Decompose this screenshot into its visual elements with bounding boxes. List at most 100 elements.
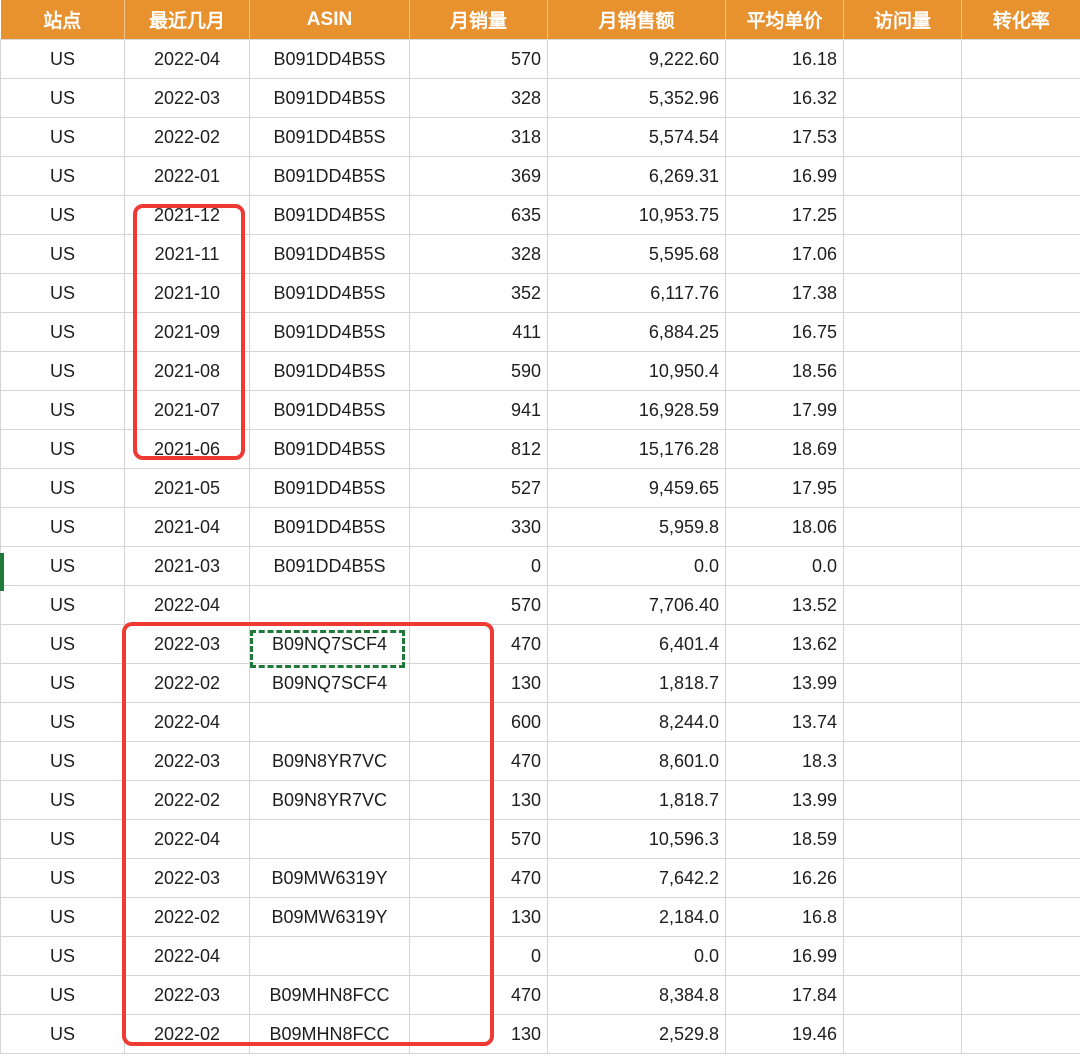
cell-price[interactable]: 13.99 — [725, 780, 844, 820]
cell-site[interactable]: US — [0, 468, 125, 508]
cell-sales[interactable]: 635 — [409, 195, 548, 235]
cell-revenue[interactable]: 6,884.25 — [547, 312, 726, 352]
cell-asin[interactable] — [249, 936, 410, 976]
cell-conversion[interactable] — [961, 78, 1080, 118]
cell-asin[interactable]: B091DD4B5S — [249, 195, 410, 235]
cell-price[interactable]: 16.99 — [725, 936, 844, 976]
cell-revenue[interactable]: 6,117.76 — [547, 273, 726, 313]
cell-price[interactable]: 0.0 — [725, 546, 844, 586]
cell-site[interactable]: US — [0, 936, 125, 976]
cell-sales[interactable]: 328 — [409, 234, 548, 274]
cell-month[interactable]: 2021-05 — [124, 468, 250, 508]
cell-conversion[interactable] — [961, 39, 1080, 79]
cell-site[interactable]: US — [0, 429, 125, 469]
cell-sales[interactable]: 600 — [409, 702, 548, 742]
cell-asin[interactable]: B09N8YR7VC — [249, 780, 410, 820]
cell-site[interactable]: US — [0, 1014, 125, 1054]
cell-revenue[interactable]: 2,184.0 — [547, 897, 726, 937]
cell-revenue[interactable]: 6,401.4 — [547, 624, 726, 664]
cell-site[interactable]: US — [0, 663, 125, 703]
header-monthly-sales[interactable]: 月销量 — [409, 0, 548, 40]
cell-sales[interactable]: 130 — [409, 897, 548, 937]
cell-revenue[interactable]: 9,459.65 — [547, 468, 726, 508]
cell-price[interactable]: 13.62 — [725, 624, 844, 664]
cell-asin[interactable]: B091DD4B5S — [249, 234, 410, 274]
cell-sales[interactable]: 0 — [409, 936, 548, 976]
cell-conversion[interactable] — [961, 468, 1080, 508]
cell-price[interactable]: 13.52 — [725, 585, 844, 625]
cell-conversion[interactable] — [961, 780, 1080, 820]
cell-conversion[interactable] — [961, 702, 1080, 742]
cell-price[interactable]: 16.8 — [725, 897, 844, 937]
cell-month[interactable]: 2021-07 — [124, 390, 250, 430]
cell-price[interactable]: 18.59 — [725, 819, 844, 859]
cell-asin[interactable]: B091DD4B5S — [249, 78, 410, 118]
cell-visits[interactable] — [843, 585, 962, 625]
cell-month[interactable]: 2022-04 — [124, 585, 250, 625]
cell-visits[interactable] — [843, 741, 962, 781]
cell-month[interactable]: 2021-04 — [124, 507, 250, 547]
cell-conversion[interactable] — [961, 975, 1080, 1015]
cell-conversion[interactable] — [961, 897, 1080, 937]
cell-site[interactable]: US — [0, 546, 125, 586]
cell-sales[interactable]: 527 — [409, 468, 548, 508]
cell-visits[interactable] — [843, 936, 962, 976]
cell-visits[interactable] — [843, 234, 962, 274]
header-conversion-rate[interactable]: 转化率 — [961, 0, 1080, 40]
cell-site[interactable]: US — [0, 897, 125, 937]
cell-price[interactable]: 17.99 — [725, 390, 844, 430]
header-site[interactable]: 站点 — [0, 0, 125, 40]
cell-conversion[interactable] — [961, 429, 1080, 469]
cell-price[interactable]: 17.84 — [725, 975, 844, 1015]
cell-revenue[interactable]: 8,244.0 — [547, 702, 726, 742]
cell-price[interactable]: 17.53 — [725, 117, 844, 157]
cell-asin[interactable]: B091DD4B5S — [249, 390, 410, 430]
cell-revenue[interactable]: 8,601.0 — [547, 741, 726, 781]
cell-asin[interactable] — [249, 585, 410, 625]
cell-site[interactable]: US — [0, 975, 125, 1015]
cell-asin[interactable]: B09NQ7SCF4 — [249, 624, 410, 664]
cell-month[interactable]: 2022-03 — [124, 975, 250, 1015]
cell-sales[interactable]: 0 — [409, 546, 548, 586]
cell-visits[interactable] — [843, 897, 962, 937]
cell-month[interactable]: 2022-04 — [124, 819, 250, 859]
cell-revenue[interactable]: 10,953.75 — [547, 195, 726, 235]
header-recent-month[interactable]: 最近几月 — [124, 0, 250, 40]
cell-asin[interactable]: B091DD4B5S — [249, 546, 410, 586]
cell-revenue[interactable]: 9,222.60 — [547, 39, 726, 79]
cell-visits[interactable] — [843, 546, 962, 586]
cell-sales[interactable]: 318 — [409, 117, 548, 157]
cell-asin[interactable]: B091DD4B5S — [249, 429, 410, 469]
cell-revenue[interactable]: 0.0 — [547, 546, 726, 586]
cell-revenue[interactable]: 1,818.7 — [547, 663, 726, 703]
cell-visits[interactable] — [843, 156, 962, 196]
cell-site[interactable]: US — [0, 234, 125, 274]
cell-site[interactable]: US — [0, 351, 125, 391]
cell-visits[interactable] — [843, 390, 962, 430]
cell-asin[interactable]: B09MHN8FCC — [249, 975, 410, 1015]
cell-asin[interactable]: B09MW6319Y — [249, 897, 410, 937]
cell-sales[interactable]: 570 — [409, 585, 548, 625]
cell-asin[interactable]: B091DD4B5S — [249, 39, 410, 79]
cell-conversion[interactable] — [961, 507, 1080, 547]
cell-conversion[interactable] — [961, 234, 1080, 274]
cell-month[interactable]: 2021-03 — [124, 546, 250, 586]
cell-asin[interactable]: B091DD4B5S — [249, 156, 410, 196]
cell-sales[interactable]: 330 — [409, 507, 548, 547]
cell-asin[interactable]: B091DD4B5S — [249, 312, 410, 352]
cell-site[interactable]: US — [0, 312, 125, 352]
cell-visits[interactable] — [843, 819, 962, 859]
cell-revenue[interactable]: 16,928.59 — [547, 390, 726, 430]
cell-asin[interactable]: B091DD4B5S — [249, 273, 410, 313]
cell-visits[interactable] — [843, 663, 962, 703]
cell-month[interactable]: 2022-03 — [124, 858, 250, 898]
cell-visits[interactable] — [843, 702, 962, 742]
cell-revenue[interactable]: 1,818.7 — [547, 780, 726, 820]
cell-price[interactable]: 16.32 — [725, 78, 844, 118]
cell-visits[interactable] — [843, 780, 962, 820]
cell-site[interactable]: US — [0, 273, 125, 313]
cell-price[interactable]: 18.56 — [725, 351, 844, 391]
cell-price[interactable]: 16.75 — [725, 312, 844, 352]
cell-sales[interactable]: 369 — [409, 156, 548, 196]
cell-conversion[interactable] — [961, 585, 1080, 625]
